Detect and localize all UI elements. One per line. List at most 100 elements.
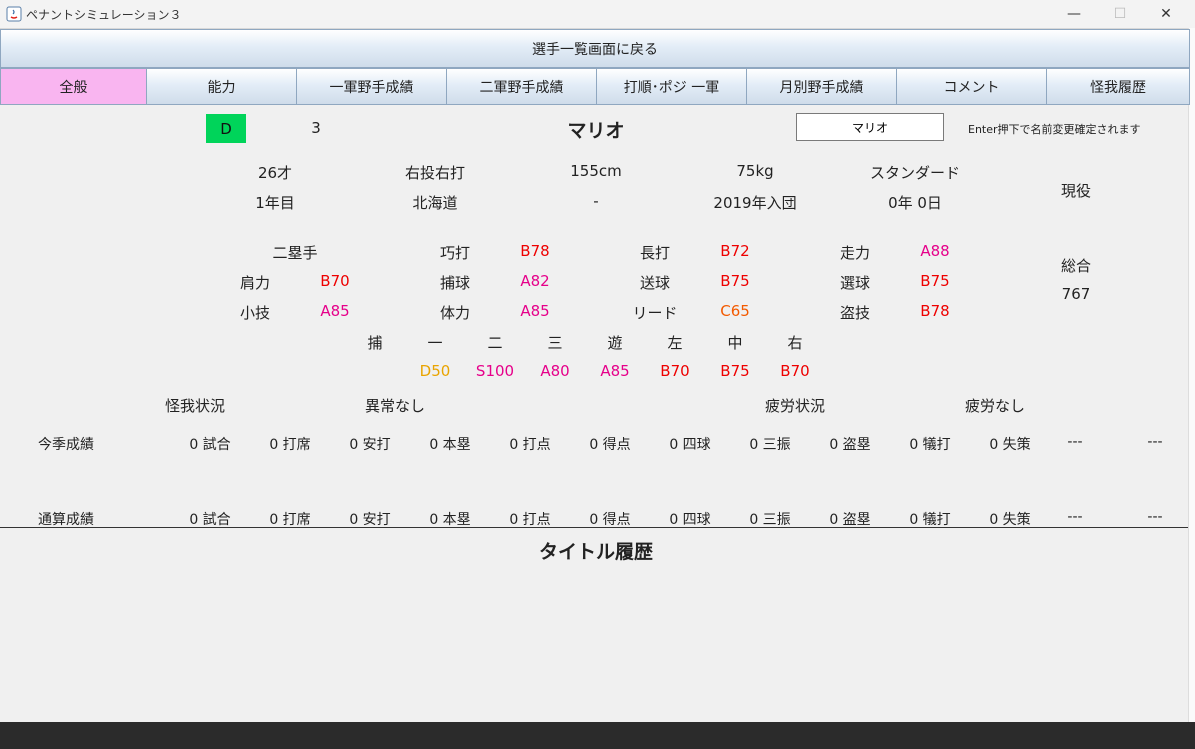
main-position: 二塁手 xyxy=(272,244,318,262)
field-pos-center: 中 xyxy=(727,334,743,352)
tab-bar: 全般 能力 一軍野手成績 二軍野手成績 打順･ポジ 一軍 月別野手成績 コメント… xyxy=(0,68,1190,106)
career-stat: 0 打席 xyxy=(269,512,311,528)
career-stat: --- xyxy=(1067,509,1083,525)
field-val-left: B70 xyxy=(660,362,690,380)
season-stat: 0 安打 xyxy=(349,437,391,453)
career-stat: 0 盗塁 xyxy=(829,512,871,528)
tab-injury-history[interactable]: 怪我履歴 xyxy=(1046,68,1190,105)
ability-label-contact: 巧打 xyxy=(439,244,471,262)
weight: 75kg xyxy=(736,162,774,180)
season-stat: 0 本塁 xyxy=(429,437,471,453)
career-stat: 0 四球 xyxy=(669,512,711,528)
ability-value-steal: B78 xyxy=(920,302,950,320)
player-type: スタンダード xyxy=(869,164,961,182)
season-stat: --- xyxy=(1147,434,1163,450)
career-record-label: 通算成績 xyxy=(38,512,94,528)
window-title: ペナントシミュレーション３ xyxy=(26,8,182,22)
hometown: 北海道 xyxy=(412,194,458,212)
season-stat: 0 試合 xyxy=(189,437,231,453)
career-stat: 0 試合 xyxy=(189,512,231,528)
injury-status-value: 異常なし xyxy=(364,397,426,415)
back-to-player-list-button[interactable]: 選手一覧画面に戻る xyxy=(0,29,1190,68)
season-stat: 0 失策 xyxy=(989,437,1031,453)
career-stat: 0 安打 xyxy=(349,512,391,528)
profile-dash: - xyxy=(593,192,599,210)
tab-second-team-batting[interactable]: 二軍野手成績 xyxy=(446,68,597,105)
ability-label-stamina: 体力 xyxy=(439,304,471,322)
career-stat: 0 失策 xyxy=(989,512,1031,528)
java-app-icon xyxy=(6,6,22,22)
season-stat: 0 四球 xyxy=(669,437,711,453)
ability-value-power: B72 xyxy=(720,242,750,260)
window-edge xyxy=(1188,28,1195,722)
ability-label-arm: 肩力 xyxy=(239,274,271,292)
tab-ability[interactable]: 能力 xyxy=(146,68,297,105)
ability-label-steal: 盗技 xyxy=(839,304,871,322)
season-stat: 0 打席 xyxy=(269,437,311,453)
field-pos-left: 左 xyxy=(667,334,683,352)
field-val-center: B75 xyxy=(720,362,750,380)
career-stat: 0 本塁 xyxy=(429,512,471,528)
throw-bat: 右投右打 xyxy=(404,164,466,182)
ability-value-eye: B75 xyxy=(920,272,950,290)
ability-label-speed: 走力 xyxy=(839,244,871,262)
player-name: マリオ xyxy=(567,120,625,142)
ability-label-lead: リード xyxy=(632,304,678,322)
tab-lineup-position[interactable]: 打順･ポジ 一軍 xyxy=(596,68,747,105)
career-stat: 0 犠打 xyxy=(909,512,951,528)
ability-value-contact: B78 xyxy=(520,242,550,260)
career-stat: 0 打点 xyxy=(509,512,551,528)
season-stat: 0 三振 xyxy=(749,437,791,453)
overall-value: 767 xyxy=(1061,285,1091,303)
season-stat: 0 犠打 xyxy=(909,437,951,453)
title-history-heading: タイトル履歴 xyxy=(538,541,654,563)
season-stat: --- xyxy=(1067,434,1083,450)
field-pos-second: 二 xyxy=(487,334,503,352)
ability-value-throwing: B75 xyxy=(720,272,750,290)
ability-value-arm: B70 xyxy=(320,272,350,290)
age: 26才 xyxy=(257,164,293,182)
height: 155cm xyxy=(570,162,622,180)
tab-monthly-batting[interactable]: 月別野手成績 xyxy=(746,68,897,105)
ability-value-fielding: A82 xyxy=(520,272,550,290)
injury-status-label: 怪我状況 xyxy=(164,397,226,415)
field-val-short: A85 xyxy=(600,362,630,380)
tab-general[interactable]: 全般 xyxy=(0,68,147,105)
fatigue-status-label: 疲労状況 xyxy=(764,397,826,415)
ability-label-eye: 選球 xyxy=(839,274,871,292)
uniform-number: 3 xyxy=(311,119,321,137)
close-button[interactable]: ✕ xyxy=(1143,0,1189,28)
active-status: 現役 xyxy=(1060,182,1092,200)
maximize-button[interactable]: ☐ xyxy=(1097,0,1143,28)
field-val-first: D50 xyxy=(419,362,451,380)
field-pos-catcher: 捕 xyxy=(367,334,383,352)
career-stat: 0 得点 xyxy=(589,512,631,528)
ability-value-bunt: A85 xyxy=(320,302,350,320)
ability-label-throwing: 送球 xyxy=(639,274,671,292)
season-stat: 0 打点 xyxy=(509,437,551,453)
tab-first-team-batting[interactable]: 一軍野手成績 xyxy=(296,68,447,105)
career-stat: 0 三振 xyxy=(749,512,791,528)
minimize-button[interactable]: — xyxy=(1051,0,1097,28)
field-pos-third: 三 xyxy=(547,334,563,352)
ability-label-fielding: 捕球 xyxy=(439,274,471,292)
ability-label-power: 長打 xyxy=(639,244,671,262)
joined-year: 2019年入団 xyxy=(713,194,797,212)
ability-value-speed: A88 xyxy=(920,242,950,260)
section-divider xyxy=(0,527,1188,528)
tab-comment[interactable]: コメント xyxy=(896,68,1047,105)
career-stat: --- xyxy=(1147,509,1163,525)
ability-label-bunt: 小技 xyxy=(239,304,271,322)
name-change-hint: Enter押下で名前変更確定されます xyxy=(968,123,1141,136)
window-title-bar: ペナントシミュレーション３ — ☐ ✕ xyxy=(0,0,1195,29)
overall-label: 総合 xyxy=(1060,257,1092,275)
season-stat: 0 盗塁 xyxy=(829,437,871,453)
background-taskbar-strip xyxy=(0,722,1195,749)
grade-badge: D xyxy=(206,114,246,143)
field-pos-short: 遊 xyxy=(607,334,623,352)
fatigue-status-value: 疲労なし xyxy=(964,397,1026,415)
field-val-third: A80 xyxy=(540,362,570,380)
name-input[interactable] xyxy=(796,113,944,141)
field-val-right: B70 xyxy=(780,362,810,380)
season-record-label: 今季成績 xyxy=(38,437,94,453)
